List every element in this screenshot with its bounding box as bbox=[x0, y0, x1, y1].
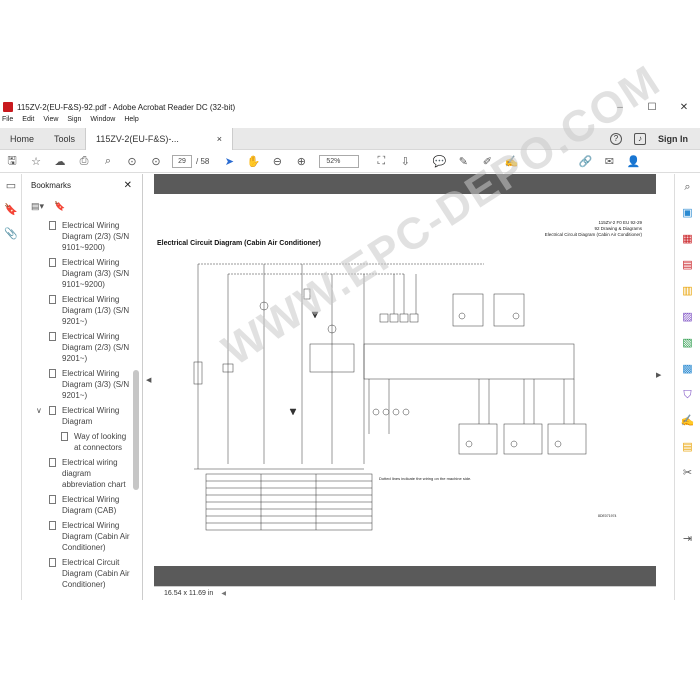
bookmark-item[interactable]: Way of looking at connectors bbox=[23, 431, 131, 453]
create-pdf-icon[interactable]: ▣ bbox=[675, 200, 700, 226]
acrobat-window: 115ZV-2(EU-F&S)-92.pdf - Adobe Acrobat R… bbox=[0, 56, 700, 600]
search-tool-icon[interactable]: ⌕ bbox=[675, 174, 700, 200]
window-title: 115ZV-2(EU-F&S)-92.pdf - Adobe Acrobat R… bbox=[17, 102, 236, 112]
document-scrollbar[interactable] bbox=[656, 174, 670, 586]
next-page-icon[interactable]: ⊙ bbox=[144, 155, 168, 168]
bookmark-icon bbox=[49, 406, 56, 415]
more-tools-icon[interactable]: ✂ bbox=[675, 460, 700, 486]
zoom-select[interactable]: 52% bbox=[319, 155, 360, 168]
bookmarks-title: Bookmarks bbox=[31, 180, 72, 190]
save-icon[interactable]: 🖫 bbox=[0, 152, 24, 171]
right-tools-rail: ⌕ ▣ ▦ ▤ ▥ ▨ ▧ ▩ ⛉ ✍ ▤ ✂ ⇥ bbox=[674, 174, 700, 600]
bookmark-list: Electrical Wiring Diagram (2/3) (S/N 910… bbox=[23, 220, 131, 590]
bookmark-item[interactable]: Electrical Wiring Diagram (1/3) (S/N 920… bbox=[23, 294, 131, 327]
page-size-label: 16.54 x 11.69 in bbox=[164, 590, 214, 597]
select-cursor-icon[interactable]: ➤ bbox=[217, 155, 241, 168]
tab-document-label: 115ZV-2(EU-F&S)-... bbox=[96, 133, 179, 144]
bookmark-item[interactable]: Electrical Wiring Diagram (CAB) bbox=[23, 494, 131, 516]
tab-document[interactable]: 115ZV-2(EU-F&S)-... × bbox=[85, 127, 234, 150]
page-number-input[interactable]: 29 bbox=[172, 155, 192, 168]
fill-sign-tool-icon[interactable]: ✍ bbox=[675, 408, 700, 434]
pdf-page: 115ZV-2 F0 EU 92-29 92 Drawing & Diagram… bbox=[154, 56, 669, 566]
bookmark-icon bbox=[49, 332, 56, 341]
menu-bar: File Edit View Sign Window Help bbox=[0, 116, 148, 128]
acrobat-logo-icon bbox=[3, 102, 13, 112]
bookmark-item-expanded[interactable]: ∨ Electrical Wiring Diagram bbox=[23, 405, 131, 427]
scan-ocr-icon[interactable]: ▩ bbox=[675, 356, 700, 382]
bookmark-icon bbox=[49, 221, 56, 230]
main-toolbar: 🖫 ☆ ☁ ⎙ ⌕ ⊙ ⊙ 29 / 58 ➤ ✋ ⊖ ⊕ 52% ⛶ ⇩ 💬 … bbox=[0, 151, 700, 173]
attachments-icon[interactable]: 📎 bbox=[0, 222, 22, 246]
bookmark-star-icon[interactable]: ☆ bbox=[24, 155, 48, 168]
tab-home[interactable]: Home bbox=[0, 128, 44, 150]
bookmark-icon bbox=[49, 495, 56, 504]
bookmark-item[interactable]: Electrical Wiring Diagram (3/3) (S/N 910… bbox=[23, 257, 131, 290]
organize-pages-icon[interactable]: ▨ bbox=[675, 304, 700, 330]
bookmark-icon bbox=[49, 369, 56, 378]
sign-in-button[interactable]: Sign In bbox=[658, 134, 688, 144]
previous-page-icon[interactable]: ⊙ bbox=[120, 155, 144, 168]
scrollbar-thumb[interactable] bbox=[133, 370, 139, 490]
bookmark-icon bbox=[49, 521, 56, 530]
bookmark-item[interactable]: Electrical Wiring Diagram (2/3) (S/N 920… bbox=[23, 331, 131, 364]
bookmark-icon bbox=[61, 432, 68, 441]
document-viewer[interactable]: 115ZV-2 F0 EU 92-29 92 Drawing & Diagram… bbox=[154, 56, 669, 586]
bookmark-icon bbox=[49, 558, 56, 567]
menu-sign[interactable]: Sign bbox=[67, 116, 81, 128]
bookmark-item-selected[interactable]: Electrical Circuit Diagram (Cabin Air Co… bbox=[23, 557, 131, 590]
bookmarks-panel: Bookmarks ✕ ▤▾ 🔖 Electrical Wiring Diagr… bbox=[23, 174, 143, 600]
email-icon[interactable]: ✉ bbox=[597, 155, 621, 168]
page-thumbnails-icon[interactable]: ▭ bbox=[0, 174, 22, 198]
zoom-in-icon[interactable]: ⊕ bbox=[289, 155, 313, 168]
share-user-icon[interactable]: 👤 bbox=[621, 155, 645, 168]
convert-excel-icon[interactable]: ▧ bbox=[675, 330, 700, 356]
notifications-icon[interactable]: ♪ bbox=[634, 132, 646, 145]
tab-close-icon[interactable]: × bbox=[217, 128, 222, 150]
search-icon[interactable]: ⌕ bbox=[96, 155, 120, 168]
fit-page-icon[interactable]: ⛶ bbox=[369, 155, 393, 168]
status-bar: 16.54 x 11.69 in ◀ bbox=[154, 586, 656, 600]
bookmark-item[interactable]: Electrical wiring diagram abbreviation c… bbox=[23, 457, 131, 490]
drawing-code: 8DE071974 bbox=[598, 514, 617, 518]
send-comments-icon[interactable]: ▤ bbox=[675, 434, 700, 460]
tab-tools[interactable]: Tools bbox=[44, 128, 85, 150]
bookmark-item[interactable]: Electrical Wiring Diagram (2/3) (S/N 910… bbox=[23, 220, 131, 253]
bookmark-icon bbox=[49, 295, 56, 304]
expand-panel-icon[interactable]: ⇥ bbox=[675, 526, 700, 552]
upload-cloud-icon[interactable]: ☁ bbox=[48, 155, 72, 168]
export-pdf-icon[interactable]: ▤ bbox=[675, 252, 700, 278]
combine-files-icon[interactable]: ▦ bbox=[675, 226, 700, 252]
close-window-button[interactable]: ✕ bbox=[668, 102, 700, 113]
bookmark-icon bbox=[49, 258, 56, 267]
diagram-note: Dotted lines indicate the wiring on the … bbox=[379, 476, 472, 481]
horizontal-scrollbar[interactable]: ◀ bbox=[221, 590, 226, 597]
bookmark-item[interactable]: Electrical Wiring Diagram (3/3) (S/N 920… bbox=[23, 368, 131, 401]
print-icon[interactable]: ⎙ bbox=[72, 155, 96, 168]
comment-icon[interactable]: 💬 bbox=[427, 155, 451, 168]
close-icon[interactable]: ✕ bbox=[124, 180, 132, 191]
bookmark-icon bbox=[49, 458, 56, 467]
menu-file[interactable]: File bbox=[2, 116, 13, 128]
edit-pdf-icon[interactable]: ▥ bbox=[675, 278, 700, 304]
chevron-down-icon[interactable]: ∨ bbox=[36, 405, 42, 416]
bookmarks-scrollbar[interactable] bbox=[132, 220, 140, 590]
page-total: / 58 bbox=[196, 157, 210, 166]
menu-help[interactable]: Help bbox=[124, 116, 138, 128]
bookmark-item[interactable]: Electrical Wiring Diagram (Cabin Air Con… bbox=[23, 520, 131, 553]
zoom-out-icon[interactable]: ⊖ bbox=[265, 155, 289, 168]
menu-window[interactable]: Window bbox=[90, 116, 115, 128]
protect-icon[interactable]: ⛉ bbox=[675, 382, 700, 408]
bookmark-options-icon[interactable]: ▤▾ bbox=[31, 201, 44, 212]
hand-tool-icon[interactable]: ✋ bbox=[241, 155, 265, 168]
bookmarks-panel-icon[interactable]: 🔖 bbox=[0, 198, 22, 222]
new-bookmark-icon[interactable]: 🔖 bbox=[54, 201, 65, 212]
menu-view[interactable]: View bbox=[43, 116, 58, 128]
collapse-left-panel-icon[interactable]: ◀ bbox=[146, 376, 151, 384]
menu-edit[interactable]: Edit bbox=[22, 116, 34, 128]
left-navigation-rail: ▭ 🔖 📎 bbox=[0, 174, 22, 600]
scroll-mode-icon[interactable]: ⇩ bbox=[393, 155, 417, 168]
